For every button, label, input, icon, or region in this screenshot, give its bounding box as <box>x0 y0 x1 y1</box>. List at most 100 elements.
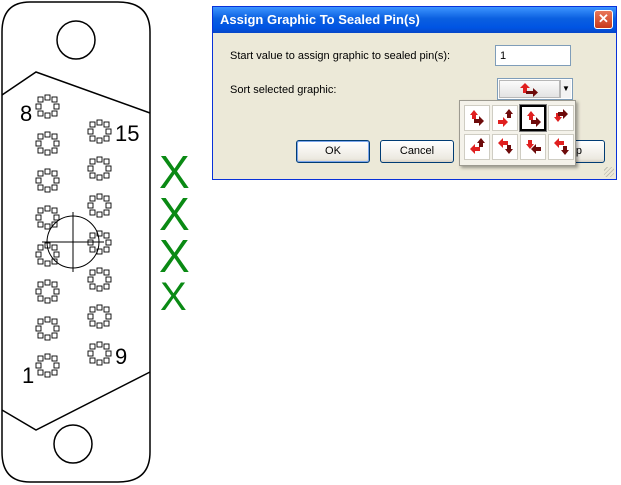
pin-pad <box>44 205 51 212</box>
mount-hole-bottom <box>53 424 93 464</box>
pin-pad <box>51 207 58 214</box>
pin-pad <box>35 177 42 184</box>
pin-pad <box>103 283 110 290</box>
sort-graphic-label: Sort selected graphic: <box>230 84 337 96</box>
pin-pad <box>53 288 60 295</box>
pin-pad <box>89 357 96 364</box>
pin-pad <box>37 281 44 288</box>
pin-pad <box>96 285 103 292</box>
pin-pad <box>89 283 96 290</box>
graphic-option[interactable] <box>520 134 546 160</box>
pin-pad <box>87 313 94 320</box>
pin-label-9: 9 <box>115 344 127 369</box>
pin-pad <box>35 251 42 258</box>
pin-pad <box>89 320 96 327</box>
pin-pad <box>96 137 103 144</box>
pin-pad <box>89 172 96 179</box>
graphic-option[interactable] <box>464 105 490 131</box>
pin-pad <box>105 202 112 209</box>
pin-pad <box>44 260 51 267</box>
pin-pad <box>37 170 44 177</box>
graphic-option[interactable] <box>548 105 574 131</box>
pin-pad <box>96 341 103 348</box>
pin-pad <box>96 119 103 126</box>
pin-pad <box>105 165 112 172</box>
pin-pad <box>35 140 42 147</box>
dialog-title-bar[interactable]: Assign Graphic To Sealed Pin(s) ✕ <box>213 7 616 33</box>
pin-pad <box>51 170 58 177</box>
pin-pad <box>35 288 42 295</box>
pin-pad <box>44 279 51 286</box>
pin-pad <box>53 251 60 258</box>
pin-pad <box>51 318 58 325</box>
pin-pad <box>51 332 58 339</box>
pin-pad <box>89 306 96 313</box>
pin-pad <box>103 357 110 364</box>
pin-pad <box>103 135 110 142</box>
pin-pad <box>53 177 60 184</box>
start-value-label: Start value to assign graphic to sealed … <box>230 50 451 62</box>
pin-pad <box>35 103 42 110</box>
cancel-button[interactable]: Cancel <box>380 140 454 163</box>
graphic-option[interactable] <box>519 104 547 132</box>
graphic-option[interactable] <box>492 105 518 131</box>
graphic-picker-popup <box>459 100 576 166</box>
pin-pad <box>89 135 96 142</box>
pin-pad <box>96 359 103 366</box>
pin-pad <box>89 246 96 253</box>
pin-pad <box>103 172 110 179</box>
pin-pad <box>44 131 51 138</box>
graphic-option[interactable] <box>464 134 490 160</box>
pin-pad <box>53 362 60 369</box>
graphic-option[interactable] <box>492 134 518 160</box>
arrows-up-right-icon <box>520 83 538 97</box>
pin-label-15: 15 <box>115 121 139 146</box>
pin-pad <box>51 281 58 288</box>
pin-pad <box>53 140 60 147</box>
pin-pad <box>44 112 51 119</box>
pin-pad <box>53 214 60 221</box>
pin-pad <box>103 209 110 216</box>
dialog-title: Assign Graphic To Sealed Pin(s) <box>220 12 420 27</box>
pin-pad <box>37 207 44 214</box>
arrows-up-right-alt-icon <box>527 111 541 127</box>
arrows-left-down-icon <box>498 138 513 154</box>
pin-label-1: 1 <box>22 363 34 388</box>
arrows-down-left-icon <box>526 140 541 154</box>
pin-pad <box>44 316 51 323</box>
graphic-option[interactable] <box>548 134 574 160</box>
pin-pad <box>51 147 58 154</box>
pin-pad <box>37 110 44 117</box>
pin-pad <box>105 128 112 135</box>
pin-pad <box>51 184 58 191</box>
pin-pad <box>89 158 96 165</box>
pin-pad <box>96 174 103 181</box>
pin-pad <box>103 232 110 239</box>
resize-grip[interactable] <box>604 167 614 177</box>
ok-button[interactable]: OK <box>296 140 370 163</box>
pin-pad <box>105 350 112 357</box>
pin-pad <box>44 334 51 341</box>
pin-pad <box>37 221 44 228</box>
pin-pad <box>44 168 51 175</box>
pin-pad <box>44 223 51 230</box>
pin-pad <box>35 214 42 221</box>
pin-pad <box>44 186 51 193</box>
pin-pad <box>37 369 44 376</box>
arrows-up-right-icon <box>470 110 484 126</box>
pin-pad <box>53 103 60 110</box>
pin-pad <box>51 355 58 362</box>
pin-pad <box>87 165 94 172</box>
pin-pad <box>89 209 96 216</box>
pin-pad <box>44 371 51 378</box>
pin-pad <box>96 267 103 274</box>
start-value-input[interactable] <box>495 45 571 66</box>
pin-pad <box>103 195 110 202</box>
pin-pad <box>87 350 94 357</box>
close-button[interactable]: ✕ <box>594 10 613 29</box>
sort-graphic-dropdown[interactable]: ▼ <box>497 78 573 100</box>
pin-pad <box>89 232 96 239</box>
chevron-down-icon[interactable]: ▼ <box>560 80 571 98</box>
pin-pad <box>96 304 103 311</box>
pin-pad <box>44 149 51 156</box>
